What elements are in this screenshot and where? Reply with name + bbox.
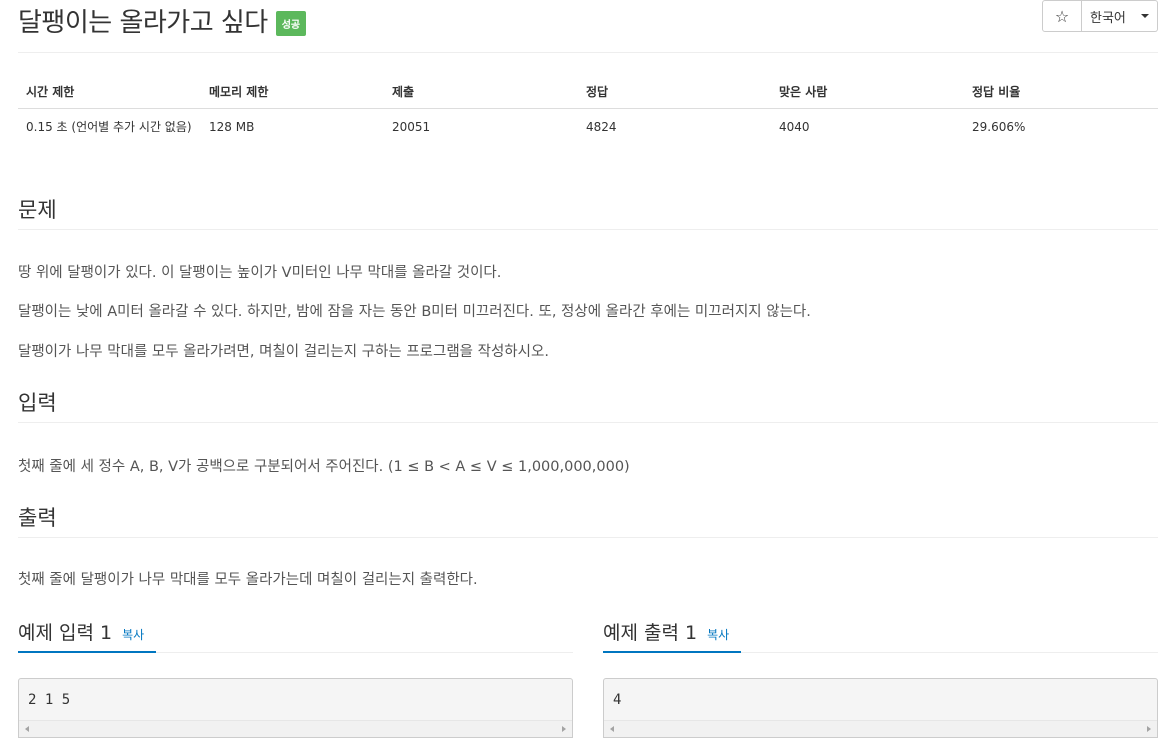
language-dropdown[interactable]: 한국어 <box>1082 0 1158 32</box>
problem-paragraph: 땅 위에 달팽이가 있다. 이 달팽이는 높이가 V미터인 나무 막대를 올라갈… <box>18 265 502 281</box>
star-button[interactable]: ☆ <box>1042 0 1082 32</box>
copy-sample-output-link[interactable]: 복사 <box>707 626 729 643</box>
header-time-limit: 시간 제한 <box>18 76 201 109</box>
sample-input-underline <box>18 651 156 653</box>
header-accept-ratio: 정답 비율 <box>964 76 1158 109</box>
cell-accepted: 4824 <box>586 120 617 134</box>
header-submissions: 제출 <box>384 76 578 109</box>
input-section-title: 입력 <box>18 391 57 415</box>
language-label: 한국어 <box>1090 10 1126 26</box>
cell-solved-users: 4040 <box>779 120 810 134</box>
input-section-divider <box>18 422 1158 423</box>
problem-paragraph: 달팽이는 낮에 A미터 올라갈 수 있다. 하지만, 밤에 잠을 자는 동안 B… <box>18 304 811 320</box>
star-icon: ☆ <box>1054 6 1070 26</box>
info-data-row: 0.15 초 (언어별 추가 시간 없음) 128 MB 20051 4824 … <box>18 109 1158 143</box>
scroll-right-icon[interactable] <box>1147 726 1151 732</box>
scroll-left-icon[interactable] <box>610 726 614 732</box>
output-section-title: 출력 <box>18 506 57 530</box>
caret-down-icon <box>1141 14 1149 18</box>
cell-memory-limit: 128 MB <box>209 120 255 134</box>
sample-input-title: 예제 입력 1 <box>18 622 113 644</box>
status-badge: 성공 <box>275 10 307 36</box>
sample-input-content: 2 1 5 <box>28 692 71 708</box>
sample-input-divider <box>156 652 573 653</box>
problem-paragraph: 달팽이가 나무 막대를 모두 올라가려면, 며칠이 걸리는지 구하는 프로그램을… <box>18 344 549 360</box>
top-button-group: ☆ 한국어 <box>1042 0 1158 32</box>
scroll-right-icon[interactable] <box>562 726 566 732</box>
problem-section-divider <box>18 229 1158 230</box>
sample-input-box[interactable]: 2 1 5 <box>18 678 573 738</box>
output-section-divider <box>18 537 1158 538</box>
horizontal-scrollbar[interactable] <box>604 720 1157 737</box>
sample-output-title: 예제 출력 1 <box>603 622 698 644</box>
output-description: 첫째 줄에 달팽이가 나무 막대를 모두 올라가는데 며칠이 걸리는지 출력한다… <box>18 572 478 588</box>
header-accepted: 정답 <box>578 76 771 109</box>
problem-section-title: 문제 <box>18 198 57 222</box>
horizontal-scrollbar[interactable] <box>19 720 572 737</box>
sample-output-box[interactable]: 4 <box>603 678 1158 738</box>
copy-sample-input-link[interactable]: 복사 <box>122 626 144 643</box>
title-divider <box>18 52 1158 53</box>
scroll-left-icon[interactable] <box>25 726 29 732</box>
cell-submissions: 20051 <box>392 120 431 134</box>
cell-accept-ratio: 29.606% <box>972 120 1026 134</box>
sample-input-heading: 예제 입력 1 복사 <box>18 618 144 645</box>
info-header-row: 시간 제한 메모리 제한 제출 정답 맞은 사람 정답 비율 <box>18 76 1158 109</box>
sample-output-underline <box>603 651 741 653</box>
cell-time-limit: 0.15 초 (언어별 추가 시간 없음) <box>26 120 192 134</box>
problem-info-table: 시간 제한 메모리 제한 제출 정답 맞은 사람 정답 비율 0.15 초 (언… <box>18 76 1158 142</box>
input-description: 첫째 줄에 세 정수 A, B, V가 공백으로 구분되어서 주어진다. (1 … <box>18 459 630 475</box>
sample-output-content: 4 <box>613 692 622 708</box>
sample-output-divider <box>741 652 1158 653</box>
header-memory-limit: 메모리 제한 <box>201 76 384 109</box>
page-title: 달팽이는 올라가고 싶다 <box>18 7 268 38</box>
problem-title-row: 달팽이는 올라가고 싶다 성공 <box>18 0 307 40</box>
sample-output-heading: 예제 출력 1 복사 <box>603 618 729 645</box>
header-solved-users: 맞은 사람 <box>771 76 964 109</box>
